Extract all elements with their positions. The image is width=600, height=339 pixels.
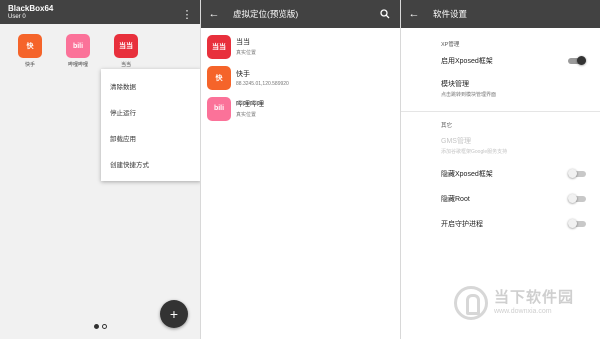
page-title: 虚拟定位(预览版) [233,9,299,19]
list-item[interactable]: bili 哔哩哔哩 真实位置 [201,93,400,124]
app-label: 哔哩哔哩 [67,62,88,68]
setting-label: 模块管理 [441,80,469,88]
page-title: 软件设置 [433,9,468,19]
daemon-toggle[interactable] [568,219,586,228]
bilibili-icon: bili [207,96,231,121]
setting-module-management[interactable]: 模块管理 点击跳转到模块管理界面 [401,73,600,103]
bilibili-icon: bili [66,34,90,58]
virtual-location-screen: ← 虚拟定位(预览版) 当当 当当 真实位置 快 快手 88.3245.01,1… [200,0,400,339]
setting-label: GMS管理 [441,137,471,145]
search-icon[interactable] [372,0,398,28]
kuaishou-icon: 快 [18,34,42,58]
app-name: 当当 [236,39,250,46]
dangdang-icon: 当当 [114,34,138,58]
section-header: XP管理 [441,42,460,48]
back-arrow-icon[interactable]: ← [201,0,227,28]
back-arrow-icon[interactable]: ← [401,0,427,28]
location-appbar: ← 虚拟定位(预览版) [201,0,400,28]
app-item-kuaishou[interactable]: 快 快手 [6,34,54,68]
setting-hide-root[interactable]: 隐藏Root [401,186,600,211]
setting-hide-xposed[interactable]: 隐藏Xposed框架 [401,161,600,186]
app-item-dangdang[interactable]: 当当 当当 [102,34,150,68]
add-app-button[interactable]: + [160,300,188,328]
location-text: 真实位置 [236,50,257,56]
blackbox-home-screen: BlackBox64 User 0 ⋮ 快 快手 bili 哔哩哔哩 当当 当当… [0,0,200,339]
setting-gms-management: GMS管理 添加谷歌框架Google服务支持 [401,129,600,161]
kuaishou-icon: 快 [207,65,231,90]
app-name: 快手 [236,70,250,78]
dangdang-icon: 当当 [207,34,231,59]
hide-root-toggle[interactable] [568,194,586,203]
menu-uninstall[interactable]: 卸载应用 [101,125,200,151]
location-text: 真实位置 [236,112,257,118]
section-header: 其它 [441,123,453,129]
watermark-url: www.downxia.com [494,308,552,315]
list-item[interactable]: 当当 当当 真实位置 [201,31,400,62]
setting-daemon-process[interactable]: 开启守护进程 [401,211,600,236]
watermark-logo-icon [454,286,488,320]
watermark: 当下软件园 www.downxia.com [454,284,594,326]
menu-create-shortcut[interactable]: 创建快捷方式 [101,151,200,177]
context-menu: 清除数据 停止运行 卸载应用 创建快捷方式 [101,69,200,181]
list-item[interactable]: 快 快手 88.3245.01,120.589920 [201,62,400,93]
menu-clear-data[interactable]: 清除数据 [101,73,200,99]
settings-appbar: ← 软件设置 [401,0,600,28]
home-appbar: BlackBox64 User 0 ⋮ [0,0,200,24]
user-label: User 0 [8,14,26,20]
setting-description: 添加谷歌框架Google服务支持 [441,148,508,155]
app-label: 快手 [24,62,35,68]
page-dot-active [94,324,99,329]
app-name: 哔哩哔哩 [236,101,264,108]
watermark-title: 当下软件园 [494,289,575,306]
hide-xposed-toggle[interactable] [568,169,586,178]
menu-stop-running[interactable]: 停止运行 [101,99,200,125]
enable-xposed-toggle[interactable] [568,56,586,65]
app-item-bilibili[interactable]: bili 哔哩哔哩 [54,34,102,68]
app-label: 当当 [120,62,131,68]
app-grid: 快 快手 bili 哔哩哔哩 当当 当当 [0,24,200,68]
more-options-icon[interactable]: ⋮ [174,0,200,28]
location-text: 88.3245.01,120.589920 [236,80,289,87]
page-dot [102,324,107,329]
setting-enable-xposed[interactable]: 启用Xposed框架 [401,48,600,73]
setting-description: 点击跳转到模块管理界面 [441,91,497,98]
app-title: BlackBox64 [8,4,54,13]
page-indicator [94,324,107,329]
